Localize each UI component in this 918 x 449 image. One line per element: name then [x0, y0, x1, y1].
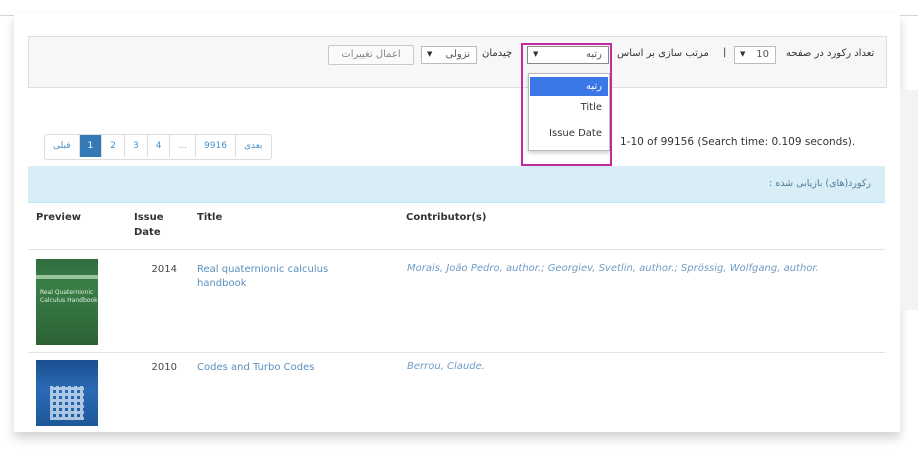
row-year: 2014	[151, 264, 177, 275]
row-title-line[interactable]: handbook	[197, 277, 328, 291]
pagination-page-3[interactable]: 3	[125, 135, 148, 157]
header-issue-date-line2[interactable]: Date	[134, 225, 161, 241]
order-label: چیدمان	[482, 48, 513, 59]
row-title-link[interactable]: Codes and Turbo Codes	[197, 361, 314, 375]
chevron-down-icon: ▼	[740, 50, 746, 58]
pagination-next[interactable]: بعدی	[236, 135, 271, 157]
header-preview[interactable]: Preview	[36, 210, 81, 226]
apply-changes-button[interactable]: اعمال تغییرات	[328, 45, 414, 65]
row-title-link[interactable]: Real quaternionic calculus handbook	[197, 263, 328, 291]
row-title-line[interactable]: Real quaternionic calculus	[197, 263, 328, 277]
right-edge-strip	[900, 90, 918, 310]
header-issue-date-line1[interactable]: Issue	[134, 210, 164, 226]
separator: |	[723, 47, 727, 58]
results-info: 1-10 of 99156 (Search time: 0.109 second…	[620, 136, 856, 148]
pagination-page-last[interactable]: 9916	[196, 135, 236, 157]
header-title[interactable]: Title	[197, 210, 222, 226]
results-banner-text: رکورد(های) بازیابی شده :	[769, 178, 871, 189]
row-contributors-link[interactable]: Berrou, Claude.	[407, 361, 485, 372]
order-value: نزولی	[445, 49, 470, 60]
pagination: قبلی 1 2 3 4 ... 9916 بعدی	[44, 134, 272, 160]
book-cover-thumbnail[interactable]	[36, 360, 98, 426]
records-per-page-label: تعداد رکورد در صفحه	[786, 48, 875, 59]
row-divider	[28, 352, 885, 353]
pagination-ellipsis: ...	[170, 135, 197, 157]
row-contributors-link[interactable]: Morais, João Pedro, author.; Georgiev, S…	[407, 263, 819, 274]
header-contributors[interactable]: Contributor(s)	[406, 210, 486, 226]
pagination-page-4[interactable]: 4	[148, 135, 171, 157]
dropdown-highlight-box	[521, 43, 612, 166]
row-year: 2010	[151, 362, 177, 373]
cover-text: Real Quaternionic Calculus Handbook	[40, 289, 98, 304]
results-banner: رکورد(های) بازیابی شده :	[28, 166, 885, 203]
records-per-page-select[interactable]: 10 ▼	[734, 46, 776, 64]
book-cover-thumbnail[interactable]: Real Quaternionic Calculus Handbook	[36, 259, 98, 345]
sort-by-label: مرتب سازی بر اساس	[617, 48, 709, 59]
pagination-page-2[interactable]: 2	[102, 135, 125, 157]
order-select[interactable]: نزولی ▼	[421, 46, 477, 64]
pagination-prev[interactable]: قبلی	[45, 135, 80, 157]
records-per-page-value: 10	[756, 49, 769, 60]
chevron-down-icon: ▼	[427, 50, 433, 58]
row-divider	[28, 249, 885, 250]
pagination-page-1[interactable]: 1	[79, 135, 103, 157]
